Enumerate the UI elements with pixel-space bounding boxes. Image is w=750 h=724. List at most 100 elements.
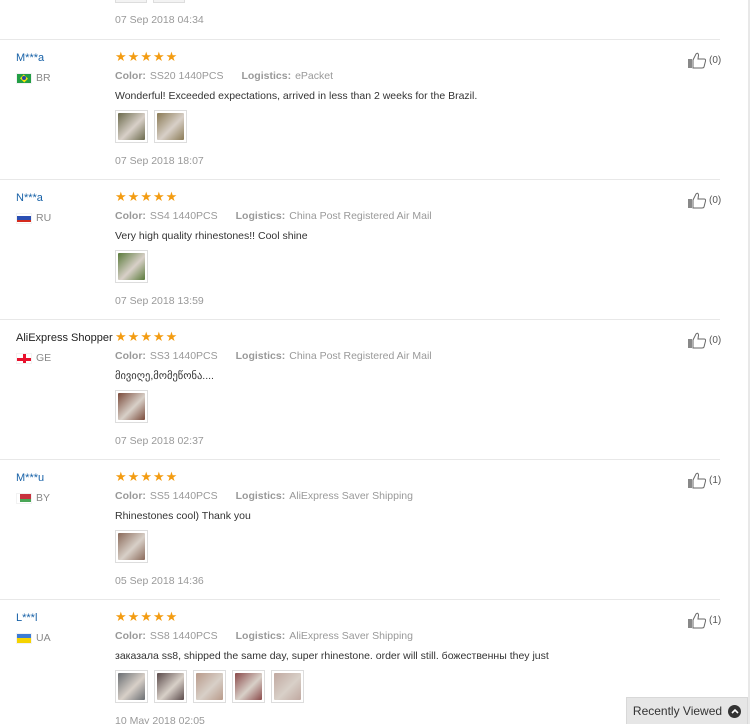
star-icon: ★ (127, 330, 140, 345)
review-date: 05 Sep 2018 14:36 (115, 575, 204, 587)
helpful-count: (1) (709, 615, 722, 626)
star-icon: ★ (165, 330, 178, 345)
star-icon: ★ (127, 50, 140, 65)
ua-flag-icon (16, 632, 32, 644)
review-item: AliExpress Shopper GE ★ ★ ★ ★ ★ Color: SS3 1440P… (0, 320, 721, 460)
star-icon: ★ (152, 50, 165, 65)
thumbs-up-icon (687, 52, 707, 69)
star-rating: ★ ★ ★ ★ ★ (115, 331, 177, 344)
review-photo[interactable] (115, 670, 148, 703)
helpful-button[interactable]: (0) (687, 332, 721, 349)
review-photo[interactable] (154, 670, 187, 703)
logistics-label: Logistics: (235, 630, 286, 642)
logistics-label: Logistics: (241, 70, 292, 82)
review-date: 07 Sep 2018 13:59 (115, 295, 204, 307)
reviewer-country: BR (16, 72, 51, 84)
logistics-value: China Post Registered Air Mail (289, 210, 432, 222)
logistics-value: AliExpress Saver Shipping (289, 490, 413, 502)
helpful-button[interactable]: (0) (687, 192, 721, 209)
review-text: Wonderful! Exceeded expectations, arrive… (115, 90, 478, 102)
star-icon: ★ (140, 190, 152, 205)
star-icon: ★ (165, 50, 178, 65)
country-code: RU (36, 212, 52, 224)
review-meta: Color: SS4 1440PCS Logistics: China Post Re… (115, 210, 432, 222)
review-photo[interactable] (153, 0, 185, 3)
star-icon: ★ (115, 610, 127, 625)
by-flag-icon (16, 492, 32, 504)
reviewer-name: AliExpress Shopper (16, 332, 113, 344)
reviewer-country: BY (16, 492, 50, 504)
reviewer-name[interactable]: M***a (16, 52, 44, 64)
country-code: GE (36, 352, 52, 364)
star-icon: ★ (140, 50, 152, 65)
star-icon: ★ (152, 190, 165, 205)
star-icon: ★ (115, 190, 127, 205)
review-date: 07 Sep 2018 02:37 (115, 435, 204, 447)
country-code: UA (36, 632, 51, 644)
review-photo[interactable] (193, 670, 226, 703)
review-item: M***a BR ★ ★ ★ ★ ★ Color: SS20 1440PCS Logistics:… (0, 40, 721, 180)
color-value: SS5 1440PCS (149, 490, 218, 502)
star-icon: ★ (165, 190, 178, 205)
photo-strip (115, 390, 148, 423)
star-icon: ★ (140, 470, 152, 485)
review-photo[interactable] (271, 670, 304, 703)
review-photo[interactable] (115, 250, 148, 283)
chevron-up-icon (728, 704, 742, 718)
ru-flag-icon (16, 212, 32, 224)
color-value: SS8 1440PCS (149, 630, 218, 642)
photo-strip (115, 670, 304, 703)
star-rating: ★ ★ ★ ★ ★ (115, 611, 177, 624)
helpful-count: (0) (709, 195, 722, 206)
review-photo[interactable] (115, 110, 148, 143)
review-text: Very high quality rhinestones!! Cool shi… (115, 230, 308, 242)
reviewer-country: UA (16, 632, 51, 644)
star-icon: ★ (152, 330, 165, 345)
helpful-button[interactable]: (1) (687, 612, 721, 629)
star-icon: ★ (127, 190, 140, 205)
review-date: 10 May 2018 02:05 (115, 715, 205, 724)
logistics-value: China Post Registered Air Mail (289, 350, 432, 362)
reviewer-name[interactable]: M***u (16, 472, 44, 484)
recently-viewed-button[interactable]: Recently Viewed (626, 697, 748, 724)
review-text: მივიღე,მომეწონა.... (115, 370, 214, 382)
review-meta: Color: SS5 1440PCS Logistics: AliExpress Sa… (115, 490, 413, 502)
helpful-button[interactable]: (0) (687, 52, 721, 69)
star-icon: ★ (152, 610, 165, 625)
logistics-label: Logistics: (235, 490, 286, 502)
br-flag-icon (16, 72, 32, 84)
review-photo[interactable] (115, 530, 148, 563)
thumbs-up-icon (687, 472, 707, 489)
review-photo[interactable] (232, 670, 265, 703)
reviewer-country: GE (16, 352, 51, 364)
review-photo[interactable] (154, 110, 187, 143)
color-value: SS20 1440PCS (149, 70, 224, 82)
logistics-label: Logistics: (235, 350, 286, 362)
photo-strip (115, 250, 148, 283)
helpful-button[interactable]: (1) (687, 472, 721, 489)
review-item-partial: 07 Sep 2018 04:34 (0, 0, 720, 40)
review-photo[interactable] (115, 0, 147, 3)
reviewer-name[interactable]: N***a (16, 192, 43, 204)
star-icon: ★ (152, 470, 165, 485)
review-text: заказала ss8, shipped the same day, supe… (115, 650, 549, 662)
star-icon: ★ (115, 470, 127, 485)
review-meta: Color: SS8 1440PCS Logistics: AliExpress Sa… (115, 630, 413, 642)
country-code: BR (36, 72, 51, 84)
star-icon: ★ (115, 330, 127, 345)
color-label: Color: (115, 70, 146, 82)
color-value: SS4 1440PCS (149, 210, 218, 222)
reviewer-name[interactable]: L***l (16, 612, 37, 624)
review-text: Rhinestones cool) Thank you (115, 510, 251, 522)
color-label: Color: (115, 490, 146, 502)
star-icon: ★ (165, 610, 178, 625)
review-meta: Color: SS20 1440PCS Logistics: ePacket (115, 70, 333, 82)
review-photo[interactable] (115, 390, 148, 423)
star-icon: ★ (140, 330, 152, 345)
photo-strip (115, 0, 185, 3)
review-item: N***a RU ★ ★ ★ ★ ★ Color: SS4 1440PCS Logistics: C… (0, 180, 721, 320)
reviewer-country: RU (16, 212, 51, 224)
helpful-count: (0) (709, 335, 722, 346)
star-icon: ★ (127, 470, 140, 485)
photo-strip (115, 530, 148, 563)
